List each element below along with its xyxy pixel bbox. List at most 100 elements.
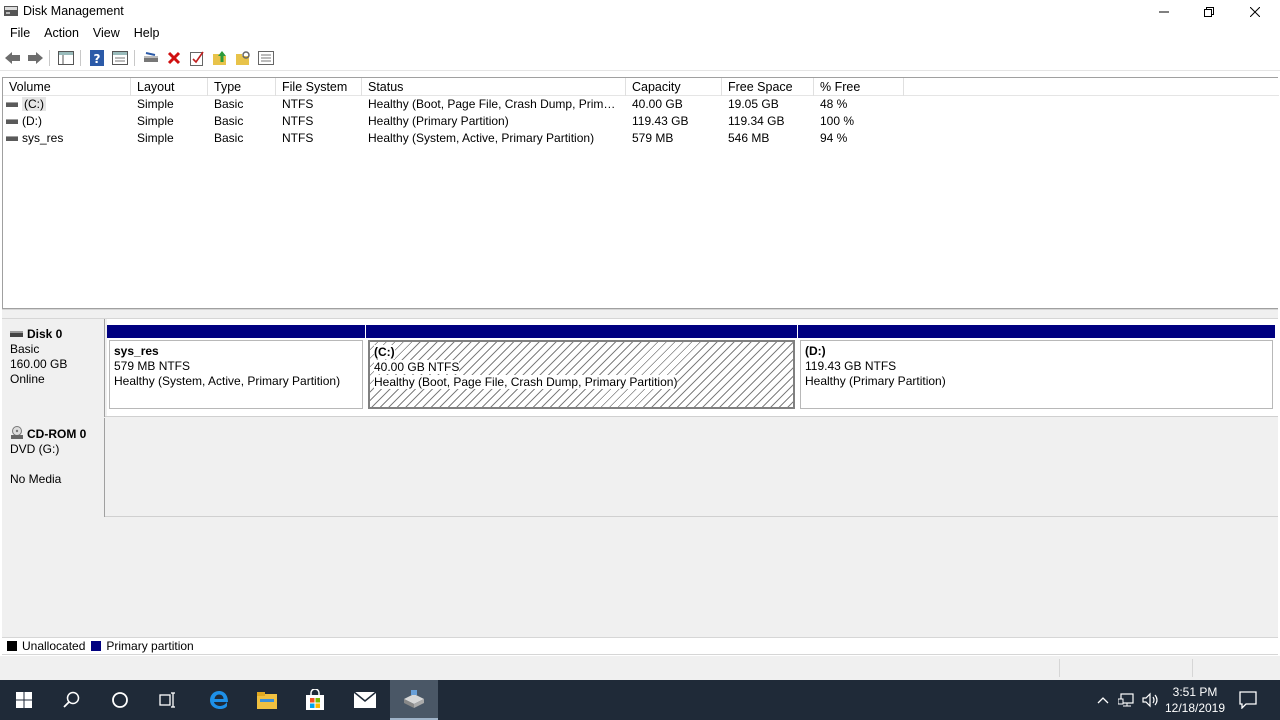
volume-icon [6,136,18,142]
taskbar-disk-management-button[interactable] [390,680,438,720]
check-icon [190,51,204,66]
title-bar: Disk Management [0,0,1280,23]
help-button[interactable]: ? [88,49,106,67]
cortana-icon [112,692,128,708]
disk-row-disk-0: Disk 0 Basic 160.00 GB Online sys_res 57… [2,319,1278,417]
volume-file-system: NTFS [282,97,314,111]
taskbar-mail-button[interactable] [341,680,389,720]
volume-list-header: Volume Layout Type File System Status Ca… [3,78,1279,96]
taskbar-store-button[interactable] [291,680,339,720]
primary-partition-bar [798,325,1275,338]
table-row[interactable]: sys_res Simple Basic NTFS Healthy (Syste… [3,130,1279,147]
menu-help[interactable]: Help [127,23,167,44]
task-view-button[interactable] [144,680,192,720]
table-row[interactable]: (D:) Simple Basic NTFS Healthy (Primary … [3,113,1279,130]
column-header-status[interactable]: Status [362,78,626,96]
chevron-up-icon [1097,697,1109,704]
taskbar-file-explorer-button[interactable] [243,680,291,720]
volume-name: (C:) [22,97,46,111]
pane-splitter[interactable] [2,309,1278,319]
window-title: Disk Management [23,4,124,18]
partition-name: sys_res [114,344,159,358]
volume-button[interactable] [1140,680,1162,720]
show-hidden-icons-button[interactable] [1093,680,1113,720]
status-divider [1192,659,1193,677]
partition-sys-res[interactable]: sys_res 579 MB NTFS Healthy (System, Act… [107,325,365,411]
check-button[interactable] [188,49,206,67]
network-status-button[interactable] [1116,680,1138,720]
column-header-percent-free[interactable]: % Free [814,78,904,96]
minimize-button[interactable] [1141,0,1187,23]
column-header-free-space[interactable]: Free Space [722,78,814,96]
cdrom-0-label[interactable]: CD-ROM 0 DVD (G:) No Media [2,418,105,517]
notification-icon [1239,691,1257,709]
edge-browser-icon [210,691,228,709]
cdrom-0-media-area [107,418,1278,516]
unallocated-swatch [7,641,17,651]
mail-icon [353,691,377,708]
toolbar: ? [0,45,1280,71]
partition-d[interactable]: (D:) 119.43 GB NTFS Healthy (Primary Par… [798,325,1275,411]
delete-button[interactable] [165,49,183,67]
volume-file-system: NTFS [282,131,314,145]
column-header-file-system[interactable]: File System [276,78,362,96]
folder-options-button[interactable] [234,49,252,67]
volume-free-space: 119.34 GB [728,114,785,128]
network-icon [1118,693,1134,707]
windows-logo-icon [16,692,32,708]
taskbar-search-button[interactable] [48,680,96,720]
connect-drive-button[interactable] [142,49,160,67]
taskbar-edge-button[interactable] [195,680,243,720]
volume-percent-free: 48 % [820,97,848,111]
disk-row-cdrom-0: CD-ROM 0 DVD (G:) No Media [2,418,1278,517]
back-button[interactable] [4,49,22,67]
search-icon [63,691,80,708]
volume-type: Basic [214,131,244,145]
cortana-button[interactable] [96,680,144,720]
properties-button[interactable] [111,49,129,67]
disk-management-icon [404,690,424,708]
taskbar-clock[interactable]: 3:51 PM 12/18/2019 [1160,684,1230,716]
forward-button[interactable] [26,49,44,67]
partition-size: 119.43 GB NTFS [805,359,897,373]
menu-file[interactable]: File [3,23,37,44]
file-explorer-icon [257,692,277,709]
menu-view[interactable]: View [86,23,127,44]
volume-status: Healthy (Primary Partition) [368,114,509,128]
back-icon [5,52,20,64]
status-bar [0,656,1280,680]
partition-status: Healthy (Primary Partition) [805,374,946,388]
column-header-capacity[interactable]: Capacity [626,78,722,96]
up-folder-button[interactable] [211,49,229,67]
volume-capacity: 579 MB [632,131,674,145]
start-button[interactable] [0,680,48,720]
cdrom-type: DVD (G:) [10,442,60,456]
partition-c[interactable]: (C:) 40.00 GB NTFS Healthy (Boot, Page F… [366,325,797,411]
column-header-volume[interactable]: Volume [3,78,131,96]
toolbar-separator [134,50,135,66]
cdrom-icon [11,426,23,439]
restore-icon [1204,6,1214,17]
cdrom-state: No Media [10,472,62,486]
volume-layout: Simple [137,114,174,128]
restore-button[interactable] [1186,0,1232,23]
legend-unallocated: Unallocated [22,639,86,653]
action-center-button[interactable] [1234,680,1262,720]
status-divider [1059,659,1060,677]
column-header-type[interactable]: Type [208,78,276,96]
partition-size: 579 MB NTFS [114,359,191,373]
close-button[interactable] [1232,0,1278,23]
volume-status: Healthy (Boot, Page File, Crash Dump, Pr… [368,97,624,111]
task-view-icon [159,692,175,708]
taskbar: 3:51 PM 12/18/2019 [0,680,1280,720]
menu-action[interactable]: Action [37,23,86,44]
up-folder-icon [213,51,226,65]
show-hide-console-tree-button[interactable] [57,49,75,67]
partition-name: (C:) [374,345,395,359]
disk-0-label[interactable]: Disk 0 Basic 160.00 GB Online [2,319,105,417]
disk-0-partitions: sys_res 579 MB NTFS Healthy (System, Act… [107,319,1278,416]
list-view-button[interactable] [257,49,275,67]
primary-partition-bar [107,325,365,338]
column-header-layout[interactable]: Layout [131,78,208,96]
table-row[interactable]: (C:) Simple Basic NTFS Healthy (Boot, Pa… [3,96,1279,113]
